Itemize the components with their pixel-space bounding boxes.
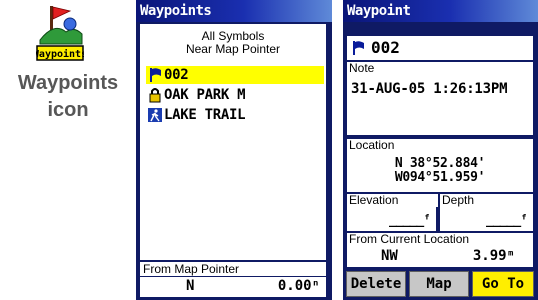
waypoint-name-value: 002 (371, 38, 400, 57)
from-pointer-distance: 0.00ⁿ (277, 278, 320, 294)
location-latitude: N 38°52.884' (394, 156, 486, 171)
location-longitude: W094°51.959' (394, 170, 486, 185)
waypoint-detail-screen: Waypoint 002 Note 31-AUG-05 1:26:13PM Lo… (343, 0, 538, 300)
depth-value: _____ᶠ (486, 213, 528, 228)
from-current-bearing: NW (381, 248, 398, 264)
waypoint-name: OAK PARK M (164, 87, 246, 103)
location-label: Location (347, 139, 533, 152)
from-pointer-bearing: N (186, 278, 195, 294)
from-pointer-label: From Map Pointer (140, 262, 326, 276)
depth-label: Depth (440, 194, 533, 207)
flag-icon (150, 68, 161, 82)
waypoint-name: 002 (164, 67, 189, 83)
icon-caption-line-2: icon (47, 99, 89, 121)
lock-icon (149, 88, 161, 103)
note-field[interactable]: 31-AUG-05 1:26:13PM (347, 75, 533, 135)
from-current-location-readout: NW 3.99ᵐ (347, 247, 533, 267)
hiker-icon (148, 108, 162, 122)
icon-caption-area: Waypoints Waypoints icon (0, 0, 136, 300)
waypoint-row-oak-park[interactable]: OAK PARK M (146, 86, 324, 104)
app-icon-label: Waypoints (36, 48, 84, 60)
elevation-label: Elevation (347, 194, 438, 207)
from-current-location-label: From Current Location (347, 233, 533, 247)
from-pointer-readout: N 0.00ⁿ (140, 277, 326, 297)
go-to-button[interactable]: Go To (472, 271, 534, 297)
list-filter-text: All Symbols Near Map Pointer (140, 30, 326, 56)
flag-icon[interactable] (351, 40, 365, 56)
icon-caption-line-1: Waypoints (17, 72, 119, 94)
list-title-bar: Waypoints (136, 0, 332, 22)
waypoint-row-002[interactable]: 002 (146, 66, 324, 84)
waypoint-list-panel: All Symbols Near Map Pointer 002 OAK PAR… (140, 24, 326, 260)
waypoint-row-lake-trail[interactable]: LAKE TRAIL (146, 106, 324, 124)
filter-proximity: Near Map Pointer (185, 42, 281, 56)
waypoints-app-icon: Waypoints (36, 6, 84, 61)
map-button[interactable]: Map (409, 271, 469, 297)
waypoint-name: LAKE TRAIL (164, 107, 246, 123)
note-value: 31-AUG-05 1:26:13PM (351, 81, 508, 97)
depth-field[interactable]: _____ᶠ (440, 207, 533, 231)
elevation-field[interactable]: _____ᶠ (347, 207, 436, 231)
location-field[interactable]: N 38°52.884' W094°51.959' (347, 152, 533, 192)
waypoints-list-screen: Waypoints All Symbols Near Map Pointer 0… (136, 0, 332, 300)
from-current-distance: 3.99ᵐ (472, 248, 515, 264)
detail-title-bar: Waypoint (343, 0, 538, 22)
waypoint-name-field[interactable]: 002 (347, 36, 533, 60)
delete-button[interactable]: Delete (346, 271, 406, 297)
icon-caption: Waypoints icon (0, 70, 136, 124)
elevation-value: _____ᶠ (389, 213, 431, 228)
note-label: Note (347, 62, 533, 75)
